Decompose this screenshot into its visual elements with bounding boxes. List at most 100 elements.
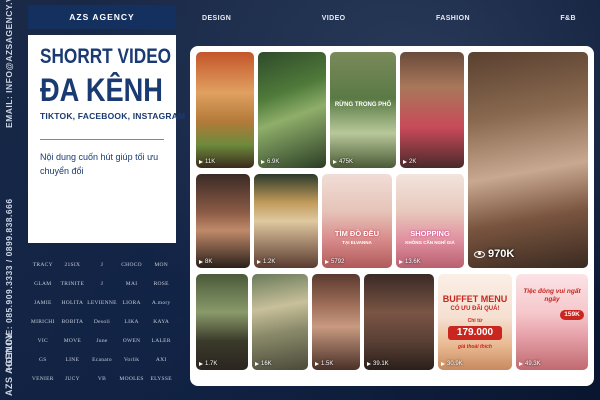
view-count: 2K — [403, 159, 416, 165]
play-icon — [367, 362, 371, 366]
client-logo: ELYSSE — [150, 375, 172, 382]
hero-platforms: TIKTOK, FACEBOOK, INSTAGRAM — [40, 111, 186, 121]
client-logo: HOLITA — [61, 299, 84, 306]
client-logo: MIRICHI — [30, 318, 55, 325]
play-icon — [255, 362, 259, 366]
client-logo: GLAM — [34, 280, 52, 287]
video-thumbnail-plants[interactable]: 6.9K — [258, 52, 326, 168]
client-logo: GS — [38, 356, 47, 363]
agency-name: AZS AGENCY — [69, 12, 135, 22]
overlay-subtitle: KHÔNG CẦN NGHĨ GIÁ — [405, 240, 455, 245]
client-logo: VB — [97, 375, 107, 382]
promo-price: 159K — [564, 311, 580, 318]
view-count: 8K — [199, 259, 212, 265]
video-thumbnail-food[interactable]: 11K — [196, 52, 254, 168]
video-thumbnail-highland[interactable]: 1.2K — [254, 174, 318, 268]
client-logo: A.mory — [151, 299, 171, 306]
client-logo: Vorlik — [123, 356, 140, 363]
view-count: 1.7K — [199, 361, 217, 367]
price-badge: 159K — [560, 310, 584, 320]
promo-price: 179.000 — [456, 327, 494, 338]
view-count: 30.9K — [441, 361, 463, 367]
play-icon — [519, 362, 523, 366]
view-count: 1.5K — [315, 361, 333, 367]
nav-item-fnb[interactable]: F&B — [560, 15, 576, 22]
hero-title-line2: ĐA KÊNH — [40, 72, 163, 108]
client-logo: MOVE — [63, 337, 82, 344]
client-logo: J — [100, 261, 104, 268]
play-icon — [315, 362, 319, 366]
play-icon — [199, 362, 203, 366]
hero-title-line1: SHORRT VIDEO — [40, 45, 172, 68]
client-logo: June — [96, 337, 108, 344]
promo-subtitle: CÓ ƯU ĐÃI QUÁ! — [450, 306, 500, 312]
brand-vertical-text: AZS AGENCY — [4, 332, 14, 396]
client-logo: LIKA — [124, 318, 139, 325]
video-thumbnail-tree[interactable]: 16K — [252, 274, 308, 370]
agency-header: AZS AGENCY — [28, 5, 176, 29]
view-count: 16K — [255, 361, 272, 367]
hero-divider — [40, 139, 164, 140]
price-badge: 179.000 — [448, 326, 502, 340]
client-logo: MOOLES — [119, 375, 144, 382]
video-thumbnail-shopping-2[interactable]: SHOPPING KHÔNG CẦN NGHĨ GIÁ 13.6K — [396, 174, 464, 268]
play-icon — [199, 160, 203, 164]
client-logo: LIORA — [122, 299, 141, 306]
play-icon — [199, 260, 203, 264]
client-logo: Ecanato — [92, 356, 112, 363]
video-thumbnail-interior[interactable]: 39.1K — [364, 274, 434, 370]
video-thumbnail-ethnic-dress[interactable]: 2K — [400, 52, 464, 168]
video-thumbnail-chef[interactable]: 8K — [196, 174, 250, 268]
client-logo: TRACY — [32, 261, 53, 268]
play-icon — [261, 160, 265, 164]
play-icon — [257, 260, 261, 264]
client-logo: JUCY — [64, 375, 80, 382]
play-icon — [325, 260, 329, 264]
hero-description: Nội dung cuốn hút giúp tối ưu chuyển đổi — [40, 152, 159, 176]
client-logo: ROSE — [153, 280, 169, 287]
video-thumbnail-buffet-promo[interactable]: BUFFET MENU CÓ ƯU ĐÃI QUÁ! Chỉ từ 179.00… — [438, 274, 512, 370]
promo-title: BUFFET MENU — [442, 294, 508, 304]
view-count: 5792 — [325, 259, 344, 265]
nav-item-video[interactable]: VIDEO — [322, 15, 346, 22]
view-count: 39.1K — [367, 361, 389, 367]
play-icon — [399, 260, 403, 264]
hero-card: SHORRT VIDEO ĐA KÊNH TIKTOK, FACEBOOK, I… — [28, 35, 186, 243]
client-logo: LINE — [65, 356, 80, 363]
play-icon — [441, 362, 445, 366]
client-logos: TRACY 21SIX J CHOCO MON GLAM TRINITE J MAI ROSE JA… — [28, 255, 176, 385]
client-logo: J — [100, 280, 104, 287]
nav-item-fashion[interactable]: FASHION — [436, 15, 470, 22]
client-logo: MON — [154, 261, 169, 268]
video-thumbnail-restaurant-feature[interactable]: 970K — [468, 52, 588, 268]
view-count-large: 970K — [474, 248, 514, 260]
view-count: 49.3K — [519, 361, 541, 367]
client-logo: LEVIENNE — [87, 299, 117, 306]
view-count: 6.9K — [261, 159, 279, 165]
client-logo: CHOCO — [121, 261, 142, 268]
video-thumbnail-forest-city[interactable]: RỪNG TRONG PHỐ 475K — [330, 52, 396, 168]
promo-title: Tiệc đông vui ngất ngây — [523, 288, 581, 303]
video-thumbnail-party-promo[interactable]: Tiệc đông vui ngất ngây 159K 49.3K — [516, 274, 588, 370]
client-logo: VENIER — [31, 375, 54, 382]
view-count: 475K — [333, 159, 353, 165]
promo-price-label: Chỉ từ — [467, 318, 483, 324]
view-count: 13.6K — [399, 259, 421, 265]
eye-icon — [474, 250, 485, 258]
play-icon — [403, 160, 407, 164]
video-thumbnail-outdoor[interactable]: 1.7K — [196, 274, 248, 370]
nav-item-design[interactable]: DESIGN — [202, 15, 231, 22]
video-gallery: 11K 6.9K RỪNG TRONG PHỐ 475K 2K 970K 8K … — [190, 46, 594, 386]
video-thumbnail-shopping-1[interactable]: TÌM ĐỒ ĐỀU TẠI ELVANNA 5792 — [322, 174, 392, 268]
client-logo: Desoli — [93, 318, 111, 325]
overlay-title: RỪNG TRONG PHỐ — [334, 102, 392, 108]
client-logo: 21SIX — [64, 261, 81, 268]
client-logo: VIC — [37, 337, 48, 344]
client-logo: MAI — [125, 280, 138, 287]
view-count: 11K — [199, 159, 215, 165]
play-icon — [333, 160, 337, 164]
promo-tag: giá thoải thích — [458, 344, 492, 350]
overlay-title: TÌM ĐỒ ĐỀU — [334, 229, 380, 238]
client-logo: JAMIE — [33, 299, 52, 306]
video-thumbnail-dining-group[interactable]: 1.5K — [312, 274, 360, 370]
